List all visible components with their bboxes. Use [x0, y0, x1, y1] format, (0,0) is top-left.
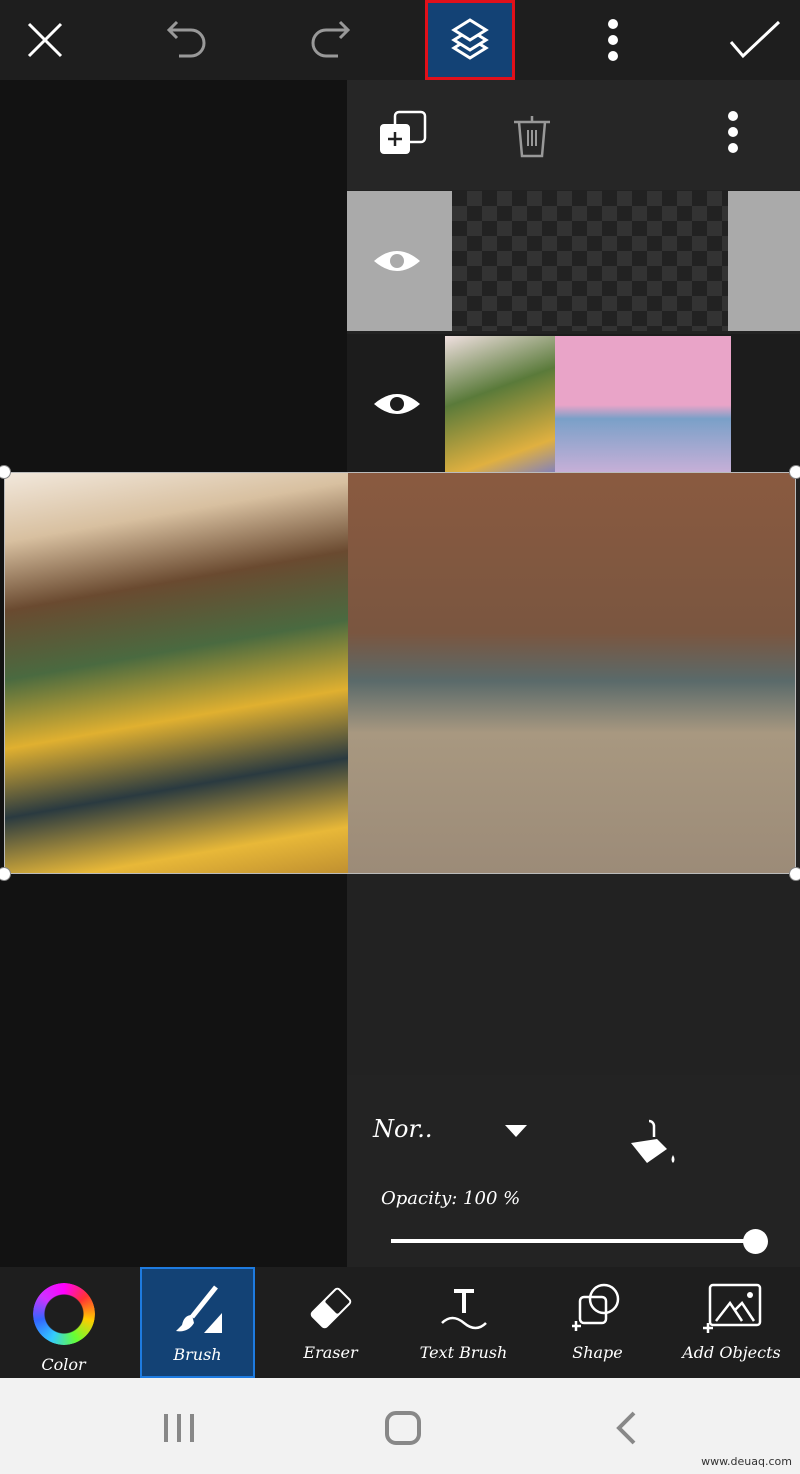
- shape-icon: [571, 1283, 619, 1331]
- tool-brush[interactable]: Brush: [140, 1267, 255, 1378]
- layers-panel-toolbar: [347, 80, 800, 190]
- bottom-toolbar: Color Brush Eraser Text Brush Shape Add …: [0, 1267, 800, 1378]
- back-icon[interactable]: [614, 1410, 638, 1446]
- brush-icon: [175, 1285, 222, 1333]
- opacity-label: Opacity: 100 %: [381, 1188, 521, 1209]
- tool-label: Text Brush: [419, 1343, 508, 1362]
- painted-region: [5, 473, 348, 873]
- layer-properties: Nor.. Opacity: 100 %: [347, 1075, 800, 1267]
- layer-more-button[interactable]: [727, 110, 739, 158]
- add-image-icon: [702, 1283, 761, 1333]
- visibility-toggle[interactable]: [347, 191, 447, 331]
- tool-label: Shape: [572, 1343, 623, 1362]
- undo-button[interactable]: [142, 0, 232, 80]
- watermark: www.deuaq.com: [701, 1455, 792, 1468]
- add-layer-icon: [380, 110, 427, 154]
- eye-icon: [374, 251, 420, 271]
- system-nav-bar: www.deuaq.com: [0, 1378, 800, 1474]
- more-vertical-icon: [608, 19, 618, 61]
- color-wheel-icon: [32, 1283, 95, 1345]
- tool-label: Add Objects: [682, 1343, 781, 1362]
- resize-handle[interactable]: [789, 867, 800, 881]
- layer-thumbnail: [445, 336, 731, 474]
- layer-item[interactable]: [347, 334, 800, 474]
- tool-label: Brush: [173, 1345, 222, 1364]
- text-brush-icon: [440, 1289, 487, 1330]
- tool-label: Color: [41, 1355, 86, 1374]
- redo-icon: [311, 20, 351, 58]
- tool-color[interactable]: Color: [6, 1267, 121, 1378]
- check-icon: [729, 20, 781, 59]
- tool-shape[interactable]: Shape: [540, 1267, 655, 1378]
- layers-button[interactable]: [425, 0, 515, 80]
- fill-bucket-icon[interactable]: [627, 1117, 679, 1167]
- top-toolbar: [0, 0, 800, 80]
- opacity-slider-thumb[interactable]: [743, 1229, 768, 1254]
- home-icon[interactable]: [384, 1410, 424, 1446]
- close-icon: [27, 22, 63, 58]
- chevron-down-icon[interactable]: [505, 1125, 527, 1139]
- delete-layer-button[interactable]: [512, 114, 552, 162]
- recent-apps-icon[interactable]: [162, 1412, 198, 1444]
- close-button[interactable]: [0, 0, 90, 80]
- layer-thumbnail: [452, 191, 728, 331]
- blend-mode-select[interactable]: Nor..: [373, 1115, 433, 1143]
- more-vertical-icon: [728, 111, 738, 153]
- resize-handle[interactable]: [789, 465, 800, 479]
- tool-add-objects[interactable]: Add Objects: [674, 1267, 789, 1378]
- undo-icon: [166, 20, 206, 58]
- trash-icon: [514, 116, 550, 158]
- apply-button[interactable]: [710, 0, 800, 80]
- tool-eraser[interactable]: Eraser: [273, 1267, 388, 1378]
- add-layer-button[interactable]: [377, 108, 429, 160]
- image-layer-canvas[interactable]: [4, 472, 796, 874]
- redo-button[interactable]: [285, 0, 375, 80]
- visibility-toggle[interactable]: [347, 334, 447, 474]
- eraser-icon: [310, 1287, 351, 1329]
- eye-icon: [374, 394, 420, 414]
- layers-icon: [451, 18, 489, 60]
- more-button[interactable]: [568, 0, 658, 80]
- layer-item[interactable]: [347, 191, 800, 331]
- tool-text-brush[interactable]: Text Brush: [406, 1267, 521, 1378]
- opacity-slider[interactable]: [391, 1239, 757, 1243]
- tool-label: Eraser: [303, 1343, 358, 1362]
